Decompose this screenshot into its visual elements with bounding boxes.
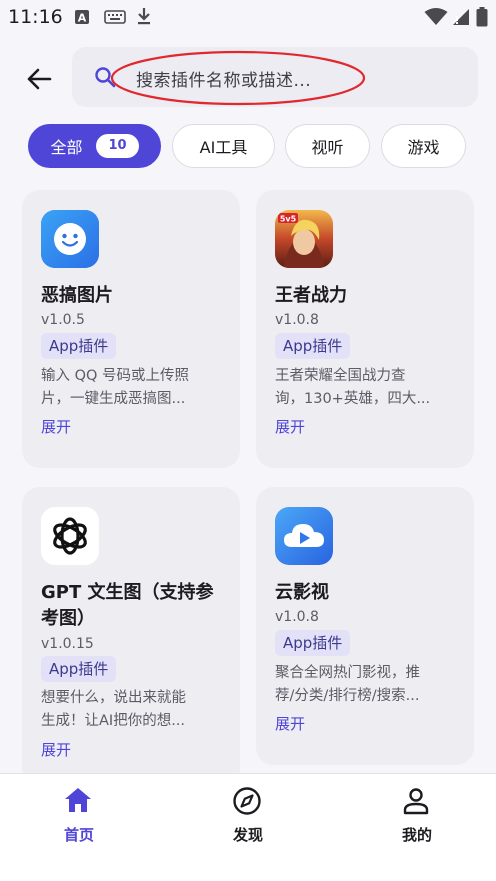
card-desc: 聚合全网热门影视，推 荐/分类/排行榜/搜索... [275,662,459,708]
nav-label: 我的 [401,826,432,844]
search-input[interactable]: 搜索插件名称或描述... [72,47,478,107]
card-desc: 输入 QQ 号码或上传照 片，一键生成恶搞图... [41,365,225,411]
expand-link[interactable]: 展开 [41,739,71,760]
plugin-card-prank-image[interactable]: 恶搞图片 v1.0.5 App插件 输入 QQ 号码或上传照 片，一键生成恶搞图… [22,190,240,468]
signal-icon [453,9,469,25]
status-bar: 11:16 A [0,0,496,34]
expand-link[interactable]: 展开 [275,416,305,437]
keyboard-a-icon: A [75,10,89,25]
card-version: v1.0.15 [41,636,94,652]
chip-all[interactable]: 全部 10 [28,124,161,168]
card-desc-line: 荐/分类/排行榜/搜索... [275,688,420,704]
chip-audiovisual[interactable]: 视听 [285,124,370,168]
card-title-line: GPT 文生图（支持参 [41,582,214,603]
expand-link[interactable]: 展开 [41,416,71,437]
expand-link[interactable]: 展开 [275,713,305,734]
battery-icon [476,7,488,27]
home-icon [65,788,91,812]
chip-ai-tools[interactable]: AI工具 [172,124,275,168]
card-title: 王者战力 [275,285,347,306]
back-button[interactable] [22,62,56,96]
card-desc-line: 王者荣耀全国战力查 [275,368,406,384]
card-tag: App插件 [275,630,351,656]
card-desc-line: 询，130+英雄，四大... [275,391,431,407]
chip-all-label: 全部 [50,138,83,157]
download-icon [138,8,150,25]
nav-label: 首页 [63,826,94,844]
plugin-card-cloud-video[interactable]: 云影视 v1.0.8 App插件 聚合全网热门影视，推 荐/分类/排行榜/搜索.… [256,487,474,765]
card-desc-line: 生成！让AI把你的想... [41,713,186,729]
cloud-play-icon [275,507,333,565]
search-placeholder: 搜索插件名称或描述... [136,71,312,91]
wifi-icon [424,8,448,25]
card-version: v1.0.5 [41,312,85,328]
chip-all-count: 10 [96,134,139,158]
card-desc: 想要什么，说出来就能 生成！让AI把你的想... [41,687,225,733]
card-version: v1.0.8 [275,609,319,625]
plugin-card-gpt-image[interactable]: GPT 文生图（支持参 考图） v1.0.15 App插件 想要什么，说出来就能… [22,487,240,787]
card-desc-line: 想要什么，说出来就能 [41,690,186,706]
chip-games-label: 游戏 [407,138,440,157]
card-tag: App插件 [275,333,351,359]
smiley-icon [41,210,99,268]
arrow-back-icon [27,68,52,90]
svg-text:A: A [78,12,87,25]
card-desc-line: 片，一键生成恶搞图... [41,391,186,407]
card-title: 云影视 [275,582,329,603]
card-tag: App插件 [41,656,117,682]
status-time: 11:16 [8,6,63,28]
card-title: 恶搞图片 [41,285,113,306]
nav-item-discover[interactable]: 发现 [188,774,308,881]
card-desc-line: 聚合全网热门影视，推 [275,665,420,681]
bottom-nav: 首页 发现 我的 [0,773,496,881]
card-desc: 王者荣耀全国战力查 询，130+英雄，四大... [275,365,459,411]
nav-item-profile[interactable]: 我的 [357,774,477,881]
keyboard-icon [104,10,126,24]
chip-games[interactable]: 游戏 [381,124,466,168]
chip-ai-tools-label: AI工具 [199,138,248,157]
game-hero-icon: 5v5 [275,210,333,268]
plugin-card-honor-power[interactable]: 5v5 王者战力 v1.0.8 App插件 王者荣耀全国战力查 询，130+英雄… [256,190,474,468]
search-icon [95,67,116,88]
nav-item-home[interactable]: 首页 [19,774,139,881]
nav-label: 发现 [232,826,263,844]
card-desc-line: 输入 QQ 号码或上传照 [41,368,190,384]
chip-audiovisual-label: 视听 [311,138,344,157]
card-title: GPT 文生图（支持参 考图） [41,580,231,632]
card-version: v1.0.8 [275,312,319,328]
openai-icon [41,507,99,565]
card-tag: App插件 [41,333,117,359]
compass-icon [233,787,261,815]
card-title-line: 考图） [41,608,95,629]
svg-text:5v5: 5v5 [280,215,297,224]
person-icon [403,788,429,815]
